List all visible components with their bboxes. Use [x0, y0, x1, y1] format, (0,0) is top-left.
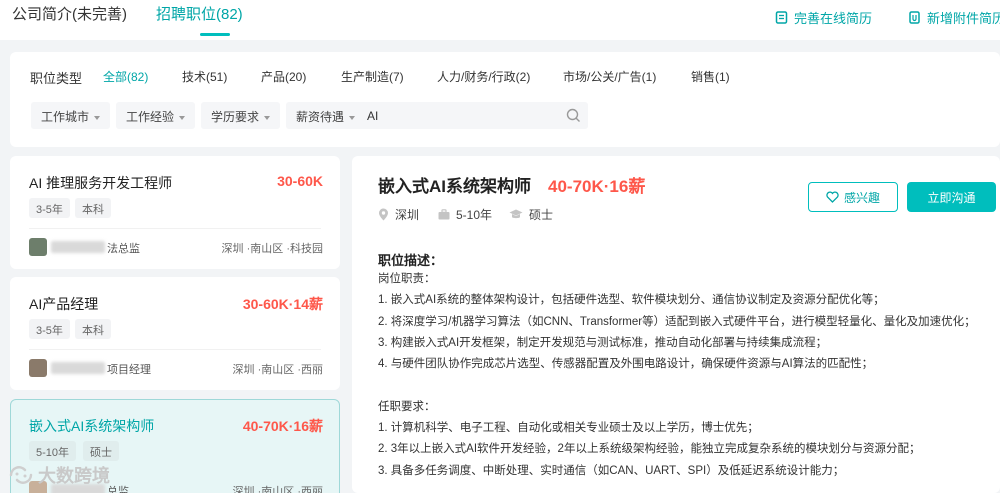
chat-now-button[interactable]: 立即沟通	[907, 182, 996, 212]
caret-down-icon	[264, 115, 271, 120]
job-salary: 30-60K	[277, 173, 323, 189]
desc-line: 2. 将深度学习/机器学习算法（如CNN、Transformer等）适配到嵌入式…	[378, 315, 976, 328]
education-dropdown[interactable]: 学历要求	[201, 102, 281, 129]
detail-experience: 5-10年	[438, 206, 492, 223]
resume-icon	[775, 11, 788, 24]
improve-resume-label: 完善在线简历	[794, 11, 873, 26]
job-title: 嵌入式AI系统架构师	[29, 418, 155, 434]
job-title: AI 推理服务开发工程师	[29, 175, 173, 191]
desc-spacer	[378, 375, 984, 396]
recruiter-avatar	[29, 238, 47, 256]
type-option-hr-finance-admin[interactable]: 人力/财务/行政(2)	[437, 68, 530, 85]
add-attachment-resume-link[interactable]: 新增附件简历	[908, 8, 1000, 27]
watermark-text: 大数跨境	[38, 466, 110, 486]
job-type-label: 职位类型	[30, 71, 83, 86]
job-search-input[interactable]	[355, 102, 588, 129]
education-dropdown-label: 学历要求	[211, 110, 260, 124]
active-tab-indicator	[200, 33, 230, 36]
city-dropdown[interactable]: 工作城市	[31, 102, 111, 129]
job-location: 深圳 ·南山区 ·西丽	[232, 364, 323, 376]
tab-job-openings[interactable]: 招聘职位(82)	[156, 3, 243, 24]
desc-line: 4. 与硬件团队协作完成芯片选型、传感器配置及外围电路设计，确保硬件资源与AI算…	[378, 358, 874, 371]
recruiter-name-blurred	[51, 241, 105, 253]
tab-company-profile[interactable]: 公司简介(未完善)	[12, 3, 127, 24]
job-salary: 30-60K·14薪	[242, 296, 323, 312]
type-option-sales[interactable]: 销售(1)	[691, 68, 730, 85]
type-option-manufacturing[interactable]: 生产制造(7)	[341, 68, 404, 85]
type-option-marketing-pr[interactable]: 市场/公关/广告(1)	[563, 68, 656, 85]
type-option-product[interactable]: 产品(20)	[261, 68, 306, 85]
interested-button-label: 感兴趣	[843, 190, 880, 205]
degree-tag: 硕士	[83, 441, 119, 461]
top-tab-bar: 公司简介(未完善) 招聘职位(82) 完善在线简历 新增附件简历	[0, 0, 1000, 40]
card-divider	[29, 228, 321, 229]
graduation-cap-icon	[509, 209, 523, 219]
job-card[interactable]: AI 推理服务开发工程师 30-60K 3-5年 本科 法总监 深圳 ·南山区 …	[10, 156, 340, 269]
job-detail-panel: 嵌入式AI系统架构师 40-70K·16薪 深圳 5-10年 硕士 感兴趣 立即…	[352, 156, 1000, 493]
caret-down-icon	[179, 115, 186, 120]
job-card[interactable]: AI产品经理 30-60K·14薪 3-5年 本科 项目经理 深圳 ·南山区 ·…	[10, 277, 340, 390]
salary-dropdown-label: 薪资待遇	[296, 110, 345, 124]
degree-tag: 本科	[75, 198, 111, 218]
search-icon[interactable]	[566, 108, 581, 123]
recruiter-role: 总监	[107, 486, 129, 493]
detail-job-title: 嵌入式AI系统架构师	[378, 177, 531, 196]
job-title: AI产品经理	[29, 296, 99, 312]
improve-resume-link[interactable]: 完善在线简历	[775, 8, 872, 27]
desc-line: 任职要求：	[378, 400, 436, 413]
detail-city: 深圳	[378, 206, 419, 223]
card-divider	[29, 349, 321, 350]
desc-line: 3. 构建嵌入式AI开发框架，制定开发规范与测试标准，推动自动化部署与持续集成流…	[378, 336, 828, 349]
recruiter-role: 法总监	[107, 243, 140, 255]
salary-dropdown[interactable]: 薪资待遇	[286, 102, 366, 129]
detail-degree: 硕士	[509, 206, 553, 223]
detail-degree-text: 硕士	[529, 208, 554, 222]
experience-dropdown-label: 工作经验	[126, 110, 175, 124]
desc-line: 3. 具备多任务调度、中断处理、实时通信（如CAN、UART、SPI）及低延迟系…	[378, 464, 845, 477]
job-list: AI 推理服务开发工程师 30-60K 3-5年 本科 法总监 深圳 ·南山区 …	[10, 156, 340, 493]
type-option-all[interactable]: 全部(82)	[103, 68, 148, 85]
recruiter-name-blurred	[51, 362, 105, 374]
interested-button[interactable]: 感兴趣	[808, 182, 898, 212]
heart-icon	[826, 191, 839, 203]
detail-experience-text: 5-10年	[456, 208, 493, 222]
watermark: 大数跨境	[8, 462, 110, 488]
type-option-tech[interactable]: 技术(51)	[182, 68, 227, 85]
experience-tag: 5-10年	[29, 441, 77, 461]
location-pin-icon	[379, 208, 388, 221]
recruiter-avatar	[29, 359, 47, 377]
attachment-icon	[909, 11, 920, 24]
add-attachment-label: 新增附件简历	[927, 11, 1000, 26]
job-description: 岗位职责： 1. 嵌入式AI系统的整体架构设计，包括硬件选型、软件模块划分、通信…	[378, 269, 984, 482]
job-salary: 40-70K·16薪	[242, 418, 323, 434]
experience-tag: 3-5年	[29, 198, 70, 218]
detail-salary: 40-70K·16薪	[548, 177, 646, 196]
caret-down-icon	[94, 115, 101, 120]
city-dropdown-label: 工作城市	[41, 110, 90, 124]
watermark-logo-icon	[9, 466, 33, 484]
briefcase-icon	[438, 209, 450, 220]
recruiter-role: 项目经理	[107, 364, 151, 376]
desc-line: 1. 嵌入式AI系统的整体架构设计，包括硬件选型、软件模块划分、通信协议制定及资…	[378, 294, 885, 307]
experience-dropdown[interactable]: 工作经验	[116, 102, 196, 129]
experience-tag: 3-5年	[29, 319, 70, 339]
degree-tag: 本科	[75, 319, 111, 339]
desc-line: 岗位职责：	[378, 273, 436, 285]
job-location: 深圳 ·南山区 ·西丽	[232, 486, 323, 493]
detail-city-text: 深圳	[395, 208, 420, 222]
desc-line: 2. 3年以上嵌入式AI软件开发经验，2年以上系统级架构经验，能独立完成复杂系统…	[378, 443, 921, 456]
job-location: 深圳 ·南山区 ·科技园	[221, 243, 323, 255]
job-description-heading: 职位描述：	[378, 253, 444, 268]
desc-line: 1. 计算机科学、电子工程、自动化或相关专业硕士及以上学历，博士优先；	[378, 422, 759, 435]
job-filter-panel: 职位类型 全部(82) 技术(51) 产品(20) 生产制造(7) 人力/财务/…	[10, 52, 1000, 147]
